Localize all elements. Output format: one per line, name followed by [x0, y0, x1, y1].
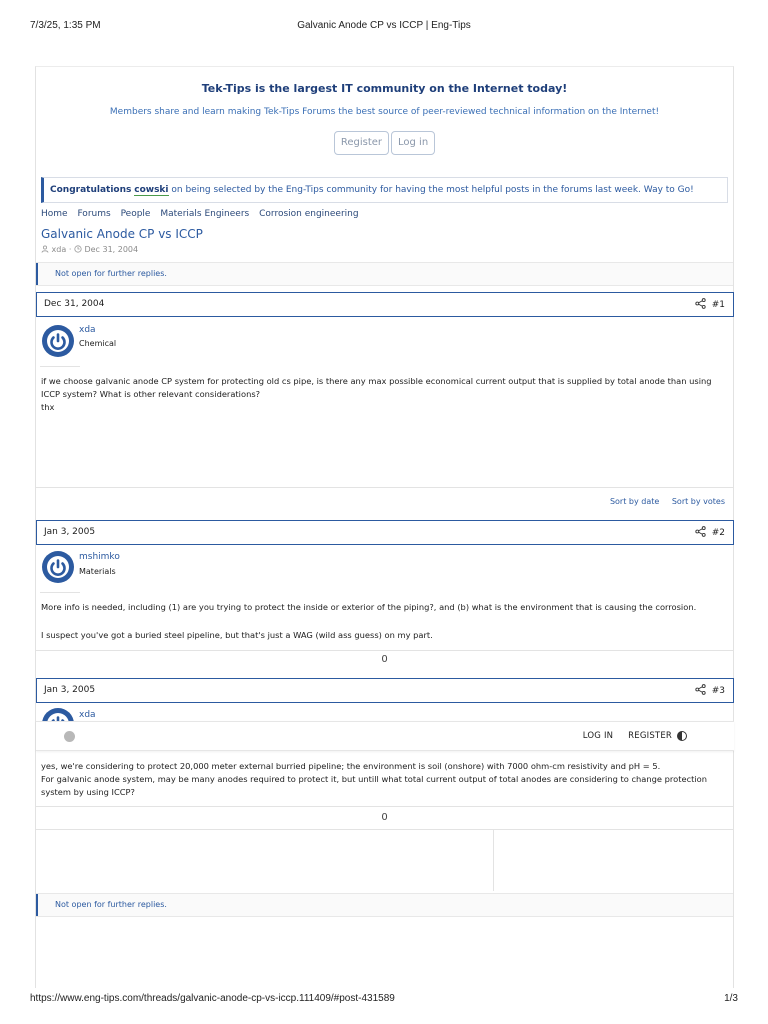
post-1-avatar-divider [40, 366, 80, 367]
avatar-power-icon [47, 556, 69, 578]
post-1-line: thx [41, 402, 55, 412]
register-button[interactable]: Register [333, 131, 389, 155]
post-3-date[interactable]: Jan 3, 2005 [44, 685, 95, 695]
meta-separator: · [68, 245, 72, 254]
post-2-body: More info is needed, including (1) are y… [41, 601, 727, 642]
post-2-actions: #2 [695, 526, 725, 538]
post-1-date[interactable]: Dec 31, 2004 [44, 299, 104, 309]
print-footer: https://www.eng-tips.com/threads/galvani… [30, 993, 738, 1007]
post-2-author[interactable]: mshimko [79, 552, 120, 562]
post-2-number[interactable]: #2 [712, 528, 725, 538]
user-icon [41, 245, 49, 253]
congrats-text: on being selected by the Eng-Tips commun… [171, 185, 694, 195]
breadcrumb-materials-engineers[interactable]: Materials Engineers [160, 209, 249, 219]
print-doc-title: Galvanic Anode CP vs ICCP | Eng-Tips [297, 20, 471, 31]
post-1-author[interactable]: xda [79, 325, 96, 335]
thread-meta: xda · Dec 31, 2004 [41, 245, 138, 254]
login-button[interactable]: Log in [391, 131, 436, 155]
post-2-date[interactable]: Jan 3, 2005 [44, 527, 95, 537]
locked-accent [36, 894, 38, 916]
post-3-line: yes, we're considering to protect 20,000… [41, 761, 661, 771]
logo-mark-icon [64, 731, 75, 742]
print-header: 7/3/25, 1:35 PM Galvanic Anode CP vs ICC… [30, 20, 738, 34]
locked-text-bottom: Not open for further replies. [55, 900, 167, 909]
sort-links: Sort by date Sort by votes [600, 497, 725, 506]
sort-by-date-link[interactable]: Sort by date [610, 497, 659, 506]
share-icon[interactable] [695, 526, 706, 537]
sort-bar: Sort by date Sort by votes [36, 487, 733, 516]
avatar[interactable] [42, 325, 74, 357]
breadcrumb-corrosion-engineering[interactable]: Corrosion engineering [259, 209, 358, 219]
sort-by-votes-link[interactable]: Sort by votes [672, 497, 725, 506]
congrats-lead: Congratulations [50, 185, 132, 195]
notice-subtitle: Members share and learn making Tek-Tips … [109, 107, 660, 117]
locked-text-top: Not open for further replies. [55, 269, 167, 278]
post-2-line: More info is needed, including (1) are y… [41, 602, 697, 612]
post-3-reaction-count[interactable]: 0 [36, 812, 733, 823]
locked-accent [36, 263, 38, 285]
nav-login-link[interactable]: LOG IN [583, 731, 613, 741]
post-1-line: if we choose galvanic anode CP system fo… [41, 376, 712, 386]
post-3-line: system by using ICCP? [41, 787, 135, 797]
post-2-reaction-count[interactable]: 0 [36, 654, 733, 665]
site-logo[interactable] [64, 731, 124, 743]
post-1-role: Chemical [79, 339, 117, 348]
print-page-number: 1/3 [724, 993, 738, 1004]
post-3-header: Jan 3, 2005 #3 [36, 678, 734, 703]
post-1-line: ICCP system? What is other relevant cons… [41, 389, 261, 399]
notice-title: Tek-Tips is the largest IT community on … [201, 82, 568, 95]
page-title: Galvanic Anode CP vs ICCP [41, 227, 203, 241]
post-3-body: yes, we're considering to protect 20,000… [41, 760, 727, 799]
theme-toggle-icon[interactable] [676, 730, 688, 742]
congrats-user-link[interactable]: cowski [134, 185, 169, 196]
post-2-avatar-divider [40, 592, 80, 593]
nav-links: LOG IN REGISTER [571, 731, 672, 741]
post-3-line: For galvanic anode system, may be many a… [41, 774, 708, 784]
share-icon[interactable] [695, 298, 706, 309]
post-3-actions: #3 [695, 684, 725, 696]
breadcrumb-forums[interactable]: Forums [77, 209, 110, 219]
print-url: https://www.eng-tips.com/threads/galvani… [30, 993, 395, 1004]
post-3-footer-divider [36, 806, 733, 807]
notice-buttons: Register Log in [36, 131, 733, 155]
post-2-footer-divider [36, 650, 733, 651]
avatar-power-icon [47, 330, 69, 352]
locked-notice-top: Not open for further replies. [36, 262, 733, 286]
locked-notice-bottom: Not open for further replies. [36, 893, 733, 917]
post-3-author[interactable]: xda [79, 710, 96, 720]
post-1-number[interactable]: #1 [712, 300, 725, 310]
thread-author[interactable]: xda [52, 245, 67, 254]
clock-icon [74, 245, 82, 253]
post-3-number[interactable]: #3 [712, 686, 725, 696]
congrats-banner: Congratulations cowski on being selected… [41, 177, 728, 203]
nav-register-link[interactable]: REGISTER [628, 731, 672, 741]
site-nav-bar: LOG IN REGISTER [36, 721, 734, 751]
breadcrumb-people[interactable]: People [121, 209, 151, 219]
share-icon[interactable] [695, 684, 706, 695]
post-1-actions: #1 [695, 298, 725, 310]
avatar[interactable] [42, 551, 74, 583]
post-2-line: I suspect you've got a buried steel pipe… [41, 630, 433, 640]
breadcrumb: Home Forums People Materials Engineers C… [41, 209, 366, 219]
post-1-body: if we choose galvanic anode CP system fo… [41, 375, 727, 414]
post-2-role: Materials [79, 567, 116, 576]
empty-sidebar-block [493, 829, 734, 891]
community-notice: Tek-Tips is the largest IT community on … [36, 68, 733, 168]
breadcrumb-home[interactable]: Home [41, 209, 68, 219]
post-1-header: Dec 31, 2004 #1 [36, 292, 734, 317]
post-2-header: Jan 3, 2005 #2 [36, 520, 734, 545]
thread-date[interactable]: Dec 31, 2004 [84, 245, 138, 254]
